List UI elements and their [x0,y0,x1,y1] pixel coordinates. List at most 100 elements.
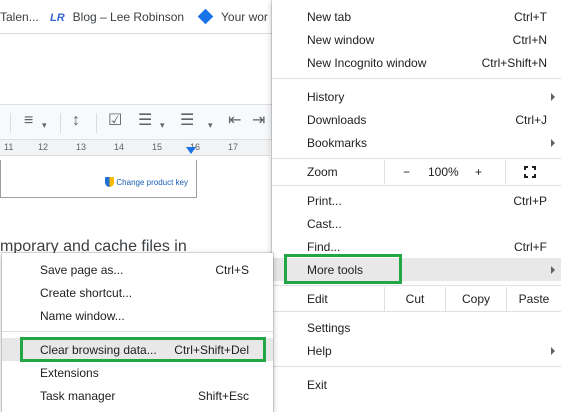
menu-item-label: Settings [307,320,351,335]
lr-logo-icon: LR [50,12,65,24]
zoom-level: 100% [428,165,459,179]
menu-item-create-shortcut[interactable]: Create shortcut... [2,281,273,304]
ruler-tick: 12 [38,142,49,152]
menu-item-task-manager[interactable]: Task manager Shift+Esc [2,384,273,407]
more-tools-annotation [284,254,402,284]
checklist-icon[interactable]: ☑ [108,113,122,129]
bookmark-lee-robinson[interactable]: LR Blog – Lee Robinson [50,10,184,24]
copy-button[interactable]: Copy [445,287,506,311]
menu-item-label: History [307,89,345,104]
menu-item-label: Task manager [40,388,116,403]
menu-item-help[interactable]: Help [272,339,561,362]
ruler-tick: 14 [114,142,125,152]
menu-item-downloads[interactable]: Downloads Ctrl+J [272,108,561,131]
menu-item-shortcut: Ctrl+Shift+N [481,55,547,70]
menu-item-name-window[interactable]: Name window... [2,304,273,327]
bookmark-label: Talen... [0,10,39,24]
menu-divider [272,185,561,186]
menu-item-history[interactable]: History [272,85,561,108]
menu-item-label: Create shortcut... [40,285,133,300]
change-product-key-link[interactable]: Change product key [105,177,188,187]
menu-item-new-window[interactable]: New window Ctrl+N [272,28,561,51]
line-spacing-icon[interactable]: ↕ [72,113,80,129]
menu-item-label: New Incognito window [307,55,427,70]
decrease-indent-icon[interactable]: ⇤ [228,113,241,129]
menu-item-label: New tab [307,9,352,24]
menu-item-label: Cast... [307,216,342,231]
menu-divider [272,78,561,79]
menu-divider [272,366,561,367]
menu-item-shortcut: Ctrl+T [514,9,547,24]
shield-icon [105,177,115,187]
menu-item-label: New window [307,32,375,47]
menu-item-cast[interactable]: Cast... [272,212,561,235]
ruler-tick: 13 [76,142,87,152]
zoom-row: Zoom − 100% + [272,160,561,184]
numbered-list-icon[interactable]: ☰ [180,113,194,129]
menu-item-label: Print... [307,193,342,208]
increase-indent-icon[interactable]: ⇥ [252,113,265,129]
change-product-key-label: Change product key [116,178,188,187]
ruler-tick: 15 [152,142,163,152]
bookmark-label: Your wor [221,10,268,24]
ruler: 11 12 13 14 15 16 17 [0,140,270,156]
chevron-down-icon: ▾ [208,120,213,130]
align-icon[interactable]: ≡ [24,113,33,129]
menu-item-shortcut: Ctrl+S [215,262,249,277]
menu-divider [2,331,273,332]
edit-label: Edit [307,292,328,306]
menu-divider [272,285,561,286]
chevron-right-icon [551,266,555,274]
menu-item-new-tab[interactable]: New tab Ctrl+T [272,5,561,28]
menu-item-label: Bookmarks [307,135,368,150]
menu-item-settings[interactable]: Settings [272,316,561,339]
menu-item-print[interactable]: Print... Ctrl+P [272,189,561,212]
menu-item-shortcut: Ctrl+N [512,32,547,47]
menu-item-label: Extensions [40,365,99,380]
menu-item-save-page[interactable]: Save page as... Ctrl+S [2,258,273,281]
bookmark-label: Blog – Lee Robinson [72,10,185,24]
fullscreen-icon[interactable] [524,166,536,178]
menu-item-shortcut: Ctrl+J [515,112,547,127]
menu-item-shortcut: Shift+Esc [197,388,249,403]
menu-item-extensions[interactable]: Extensions [2,361,273,384]
more-tools-submenu: Save page as... Ctrl+S Create shortcut..… [2,253,273,412]
zoom-out-button[interactable]: − [403,165,410,179]
menu-item-shortcut: Ctrl+F [514,239,547,254]
diamond-icon [197,8,214,25]
toolbar-divider [60,113,61,133]
clear-browsing-annotation [20,337,266,362]
edit-row: Edit Cut Copy Paste [272,287,561,311]
zoom-label: Zoom [307,165,338,179]
menu-item-label: Name window... [40,308,125,323]
menu-item-exit[interactable]: Exit [272,373,561,396]
zoom-divider [505,160,506,184]
indent-marker-icon[interactable] [186,147,196,154]
menu-item-new-incognito-window[interactable]: New Incognito window Ctrl+Shift+N [272,51,561,74]
cut-button[interactable]: Cut [384,287,445,311]
chevron-down-icon: ▾ [160,120,165,130]
paste-button[interactable]: Paste [506,287,561,311]
menu-item-label: Exit [307,377,328,392]
menu-item-bookmarks[interactable]: Bookmarks [272,131,561,154]
windows-activation-popup: Change product key [0,160,197,198]
menu-item-label: Save page as... [40,262,124,277]
chevron-right-icon [551,93,555,101]
menu-divider [272,158,561,159]
zoom-in-button[interactable]: + [475,165,482,179]
bookmark-talent[interactable]: Talen... [0,10,39,24]
bulleted-list-icon[interactable]: ☰ [138,113,152,129]
menu-item-label: Help [307,343,332,358]
ruler-tick: 17 [228,142,239,152]
chrome-main-menu: New tab Ctrl+T New window Ctrl+N New Inc… [272,0,561,412]
menu-item-label: Find... [307,239,341,254]
menu-item-shortcut: Ctrl+P [513,193,547,208]
toolbar-divider [96,113,97,133]
menu-divider [272,311,561,312]
ruler-tick: 11 [4,142,14,152]
toolbar-divider [10,113,11,133]
menu-item-label: Downloads [307,112,367,127]
bookmark-your-work[interactable]: Your wor [197,8,268,25]
chevron-right-icon [551,139,555,147]
chevron-right-icon [551,347,555,355]
